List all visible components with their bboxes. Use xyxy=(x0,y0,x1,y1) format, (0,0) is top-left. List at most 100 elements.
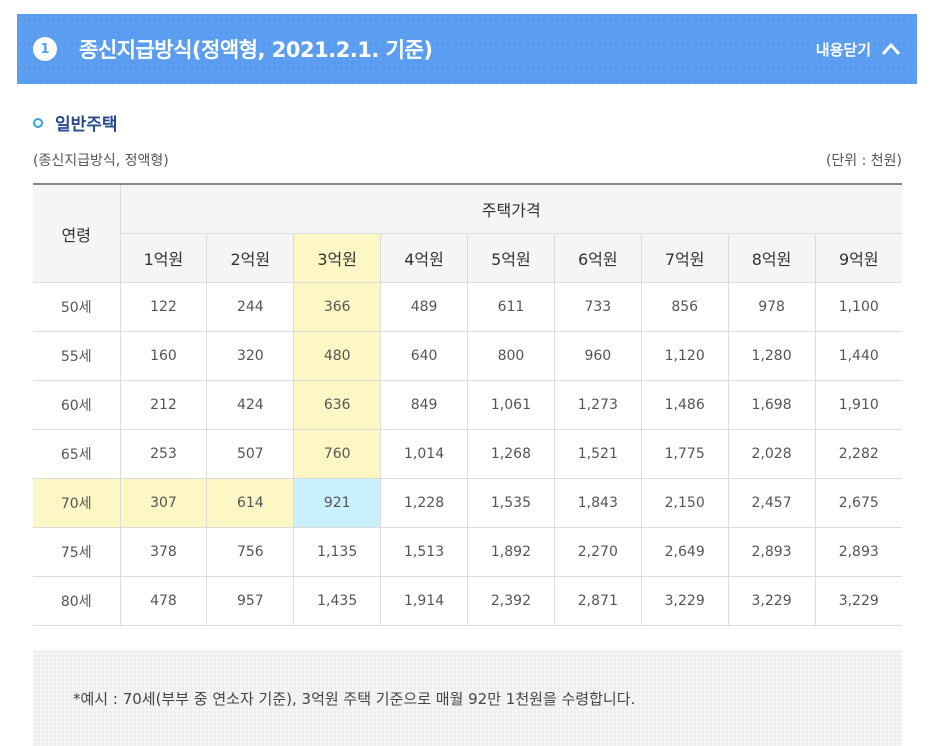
value-cell: 2,675 xyxy=(814,478,902,528)
example-note: *예시 : 70세(부부 중 연소자 기준), 3억원 주택 기준으로 매월 9… xyxy=(33,650,902,746)
table-row: 60세 212 424 636 849 1,061 1,273 1,486 1,698 1,910 xyxy=(33,380,902,430)
value-cell: 1,892 xyxy=(467,527,555,577)
value-cell: 856 xyxy=(640,282,729,332)
value-cell: 1,914 xyxy=(380,576,468,626)
age-header: 연령 xyxy=(33,183,121,283)
value-cell: 320 xyxy=(206,331,295,381)
value-cell: 760 xyxy=(293,429,382,479)
value-cell: 1,100 xyxy=(814,282,902,332)
value-cell: 2,282 xyxy=(814,429,902,479)
close-content-label: 내용닫기 xyxy=(815,40,871,59)
subsection-title: 일반주택 xyxy=(55,115,118,135)
value-cell: 1,440 xyxy=(814,331,902,381)
pension-table: 연령 주택가격 1억원 2억원 3억원 4억원 5억원 6억원 7억원 8억원 9억원 50세 1… xyxy=(33,183,902,626)
value-cell: 366 xyxy=(293,282,382,332)
value-cell: 507 xyxy=(206,429,295,479)
age-cell: 70세 xyxy=(33,478,121,528)
price-column-header: 1억원 xyxy=(120,233,208,283)
value-cell: 1,775 xyxy=(640,429,729,479)
close-content-button[interactable]: 내용닫기 xyxy=(816,39,901,60)
value-cell: 1,014 xyxy=(380,429,468,479)
age-cell: 60세 xyxy=(33,380,121,430)
value-cell: 1,535 xyxy=(467,478,555,528)
value-cell: 960 xyxy=(553,331,642,381)
value-cell: 2,893 xyxy=(814,527,902,577)
value-cell: 1,486 xyxy=(640,380,729,430)
value-cell: 480 xyxy=(293,331,382,381)
value-cell: 1,280 xyxy=(727,331,816,381)
age-cell: 75세 xyxy=(33,527,121,577)
subsection-heading: 일반주택 xyxy=(33,110,118,135)
value-cell: 2,392 xyxy=(467,576,555,626)
example-note-text: *예시 : 70세(부부 중 연소자 기준), 3억원 주택 기준으로 매월 9… xyxy=(73,689,636,708)
price-column-header: 8억원 xyxy=(727,233,816,283)
table-row: 65세 253 507 760 1,014 1,268 1,521 1,775 2,028 2,2… xyxy=(33,429,902,479)
value-cell: 800 xyxy=(467,331,555,381)
unit-label: (단위 : 천원) xyxy=(825,153,902,169)
value-cell: 1,435 xyxy=(293,576,382,626)
value-cell: 1,843 xyxy=(553,478,642,528)
table-row: 70세 307 614 921 1,228 1,535 1,843 2,150 2,457 2,6… xyxy=(33,478,902,528)
table-row: 50세 122 244 366 489 611 733 856 978 1,100 xyxy=(33,282,902,332)
value-cell: 2,028 xyxy=(727,429,816,479)
value-cell: 957 xyxy=(206,576,295,626)
value-cell: 756 xyxy=(206,527,295,577)
value-cell: 160 xyxy=(119,331,208,381)
price-column-header: 7억원 xyxy=(640,233,729,283)
value-cell: 3,229 xyxy=(640,576,729,626)
value-cell: 1,135 xyxy=(293,527,382,577)
value-cell: 122 xyxy=(119,282,208,332)
circle-bullet-icon xyxy=(33,117,43,128)
value-cell: 489 xyxy=(380,282,468,332)
value-cell: 1,228 xyxy=(380,478,468,528)
value-cell: 253 xyxy=(119,429,208,479)
age-cell: 80세 xyxy=(33,576,121,626)
price-column-header: 3억원 xyxy=(293,233,382,283)
value-cell: 1,521 xyxy=(553,429,642,479)
section-title: 종신지급방식(정액형, 2021.2.1. 기준) xyxy=(79,38,433,62)
price-column-header: 2억원 xyxy=(206,233,295,283)
section-header[interactable]: 1 종신지급방식(정액형, 2021.2.1. 기준) 내용닫기 xyxy=(17,14,917,84)
price-header: 주택가격 xyxy=(119,183,902,234)
value-cell: 3,229 xyxy=(814,576,902,626)
value-cell: 307 xyxy=(119,478,208,528)
value-cell: 212 xyxy=(119,380,208,430)
value-cell: 921 xyxy=(293,478,382,528)
table-row: 80세 478 957 1,435 1,914 2,392 2,871 3,229 3,229 3… xyxy=(33,576,902,626)
value-cell: 1,273 xyxy=(553,380,642,430)
value-cell: 1,910 xyxy=(814,380,902,430)
value-cell: 378 xyxy=(119,527,208,577)
value-cell: 2,871 xyxy=(553,576,642,626)
value-cell: 1,061 xyxy=(467,380,555,430)
value-cell: 849 xyxy=(380,380,468,430)
price-column-header: 6억원 xyxy=(553,233,642,283)
value-cell: 640 xyxy=(380,331,468,381)
value-cell: 978 xyxy=(727,282,816,332)
price-column-header: 9억원 xyxy=(814,233,902,283)
table-caption: (종신지급방식, 정액형) xyxy=(33,153,169,169)
section-number-badge: 1 xyxy=(33,37,57,61)
value-cell: 2,150 xyxy=(640,478,729,528)
price-column-header: 4억원 xyxy=(380,233,468,283)
value-cell: 2,893 xyxy=(727,527,816,577)
table-row: 55세 160 320 480 640 800 960 1,120 1,280 1,440 xyxy=(33,331,902,381)
value-cell: 2,270 xyxy=(553,527,642,577)
value-cell: 244 xyxy=(206,282,295,332)
value-cell: 636 xyxy=(293,380,382,430)
value-cell: 1,513 xyxy=(380,527,468,577)
value-cell: 1,698 xyxy=(727,380,816,430)
value-cell: 2,457 xyxy=(727,478,816,528)
table-row: 75세 378 756 1,135 1,513 1,892 2,270 2,649 2,893 2… xyxy=(33,527,902,577)
price-column-header: 5억원 xyxy=(467,233,555,283)
value-cell: 1,120 xyxy=(640,331,729,381)
value-cell: 3,229 xyxy=(727,576,816,626)
value-cell: 478 xyxy=(119,576,208,626)
age-cell: 50세 xyxy=(33,282,121,332)
chevron-up-icon xyxy=(881,42,901,55)
value-cell: 614 xyxy=(206,478,295,528)
age-cell: 65세 xyxy=(33,429,121,479)
value-cell: 2,649 xyxy=(640,527,729,577)
value-cell: 733 xyxy=(553,282,642,332)
value-cell: 611 xyxy=(467,282,555,332)
age-cell: 55세 xyxy=(33,331,121,381)
